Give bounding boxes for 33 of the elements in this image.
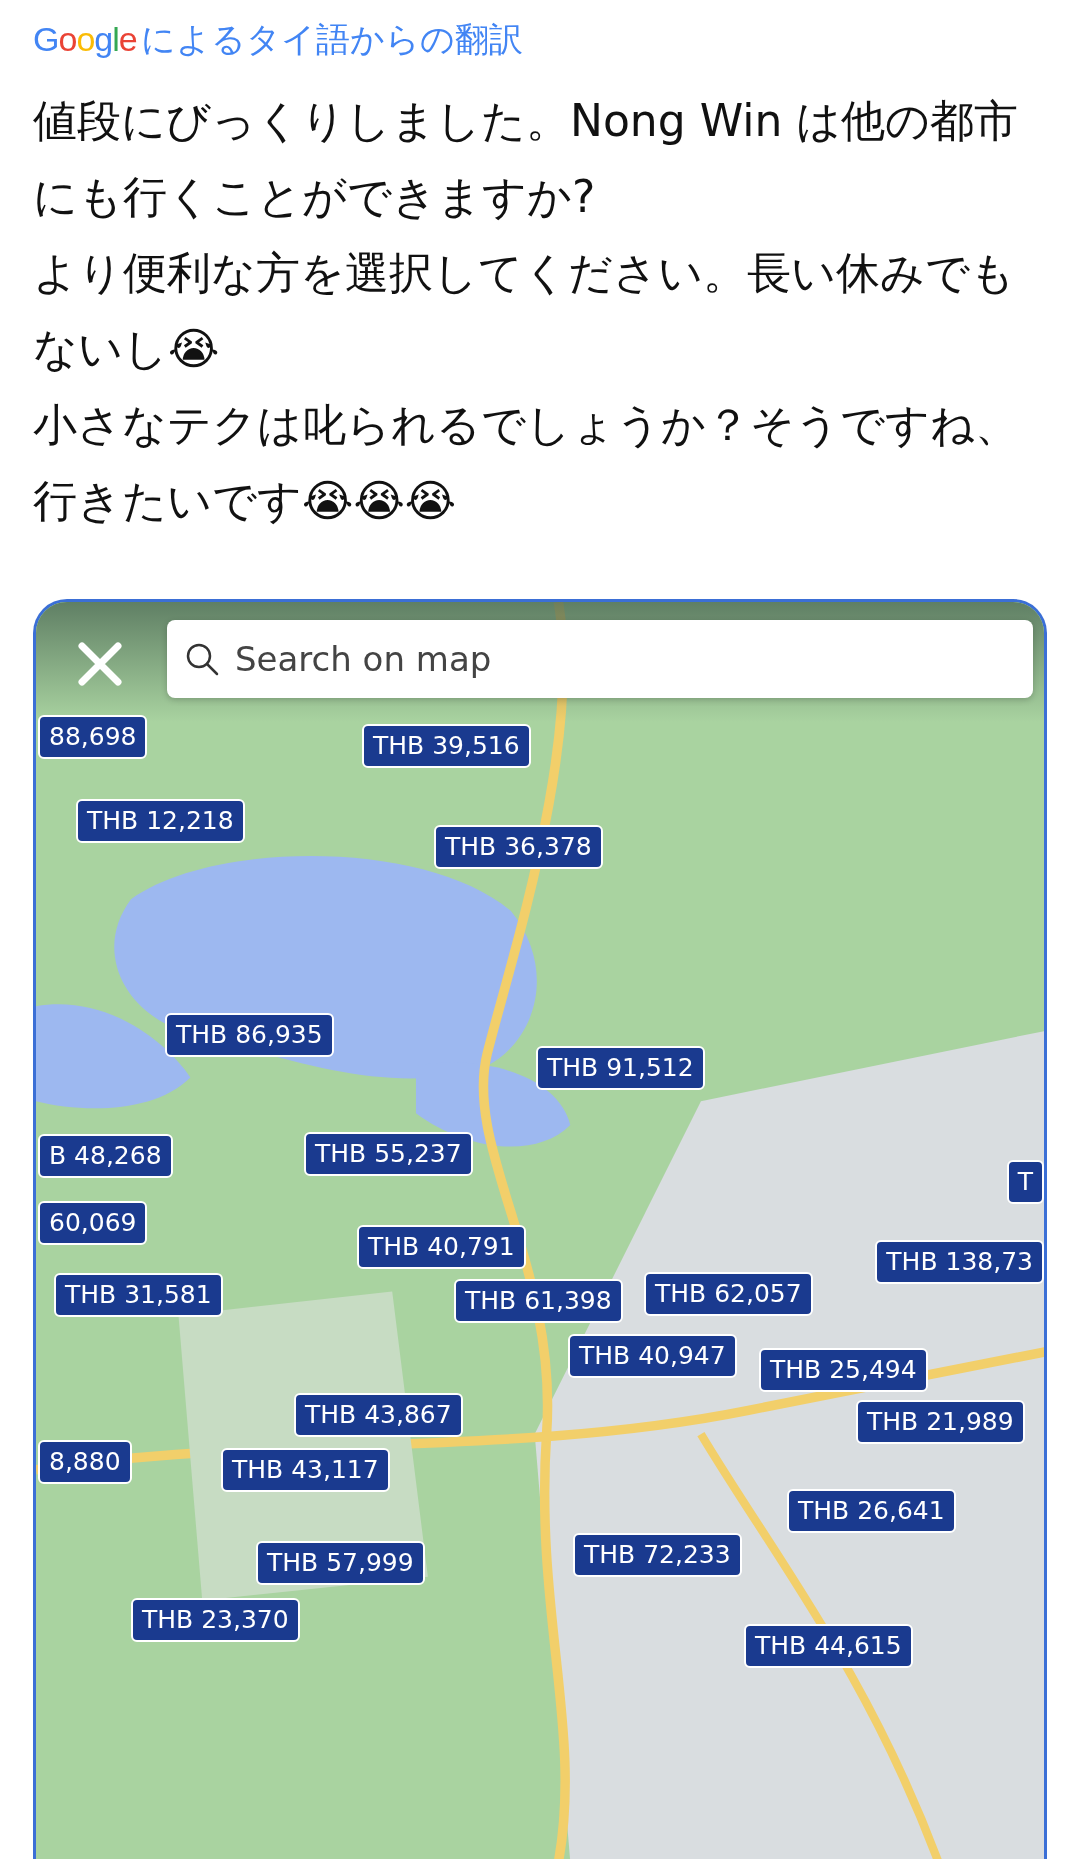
price-pin[interactable]: 88,698 [38, 715, 148, 759]
post-text: 小さなテクは叱られるでしょうか？そうですね、行きたいです😭😭😭 [33, 398, 1020, 528]
price-pin[interactable]: 60,069 [38, 1201, 148, 1245]
post-text: 値段にびっくりしました。Nong Win は他の都市にも行くことができますか? [33, 94, 1020, 224]
price-pin[interactable]: THB 55,237 [304, 1132, 473, 1176]
price-pin[interactable]: THB 36,378 [434, 825, 603, 869]
price-pin[interactable]: THB 12,218 [76, 799, 245, 843]
post-text: より便利な方を選択してください。長い休みでもないし😭 [33, 246, 1016, 376]
price-pin[interactable]: THB 86,935 [165, 1013, 334, 1057]
price-pin[interactable]: THB 43,117 [221, 1448, 390, 1492]
price-pin[interactable]: THB 26,641 [787, 1489, 956, 1533]
price-pin[interactable]: THB 72,233 [573, 1533, 742, 1577]
price-pin[interactable]: THB 43,867 [294, 1393, 463, 1437]
price-pin[interactable]: B 48,268 [38, 1134, 173, 1178]
price-pin[interactable]: THB 23,370 [131, 1598, 300, 1642]
price-pin[interactable]: THB 44,615 [744, 1624, 913, 1668]
price-pin[interactable]: THB 40,947 [568, 1334, 737, 1378]
price-pin[interactable]: THB 40,791 [357, 1225, 526, 1269]
price-pin[interactable]: THB 39,516 [362, 724, 531, 768]
search-icon [185, 642, 219, 676]
price-pin[interactable]: THB 91,512 [536, 1046, 705, 1090]
price-pin[interactable]: THB 62,057 [644, 1272, 813, 1316]
price-pin[interactable]: THB 25,494 [759, 1348, 928, 1392]
price-pin[interactable]: THB 57,999 [256, 1541, 425, 1585]
translation-label[interactable]: によるタイ語からの翻訳 [140, 14, 523, 65]
google-logo: Google [33, 19, 137, 60]
search-field[interactable]: Search on map [167, 620, 1033, 698]
price-pin[interactable]: T [1006, 1160, 1044, 1204]
price-pin[interactable]: 8,880 [38, 1440, 132, 1484]
price-pin[interactable]: THB 21,989 [856, 1400, 1025, 1444]
price-pin[interactable]: THB 61,398 [454, 1279, 623, 1323]
price-pin[interactable]: THB 31,581 [54, 1273, 223, 1317]
price-pin[interactable]: THB 138,73 [875, 1240, 1044, 1284]
